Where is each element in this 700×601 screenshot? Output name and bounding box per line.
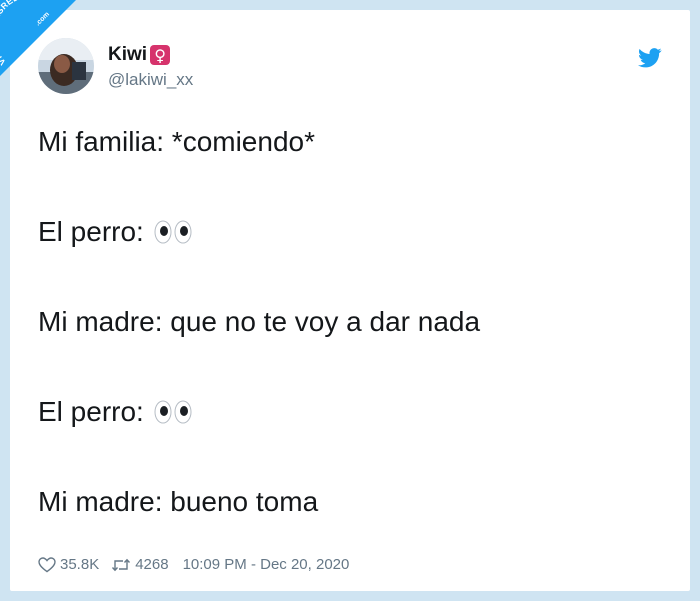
retweet-icon (112, 558, 131, 571)
eyes-emoji-icon (154, 220, 192, 244)
tweet-timestamp[interactable]: 10:09 PM - Dec 20, 2020 (183, 556, 350, 573)
like-button[interactable]: 35.8K (38, 556, 99, 573)
retweet-button[interactable]: 4268 (111, 556, 169, 573)
tweet-line: El perro: (38, 394, 192, 430)
like-count: 35.8K (60, 556, 100, 573)
retweet-count: 4268 (135, 556, 169, 573)
author-display-name[interactable]: Kiwi (108, 44, 147, 66)
twitter-bird-icon[interactable] (638, 48, 662, 68)
tweet-line: Mi familia: *comiendo* (38, 126, 315, 157)
venus-emoji-icon: ♀ (150, 45, 171, 65)
tweet-line: Mi madre: que no te voy a dar nada (38, 306, 481, 337)
author-name-row[interactable]: Kiwi ♀ (108, 44, 171, 66)
eyes-emoji-icon (154, 400, 192, 424)
heart-icon (38, 556, 56, 572)
tweet-card: Kiwi ♀ @lakiwi_xx Mi familia: *comiendo*… (10, 10, 690, 591)
tweet-line: Mi madre: bueno toma (38, 486, 319, 517)
tweet-footer: 35.8K 4268 10:09 PM - Dec 20, 2020 (38, 556, 349, 573)
tweet-line: El perro: (38, 214, 192, 250)
author-handle[interactable]: @lakiwi_xx (108, 70, 193, 90)
watermark-logo: VISTOENLASREDES .com (0, 0, 80, 82)
